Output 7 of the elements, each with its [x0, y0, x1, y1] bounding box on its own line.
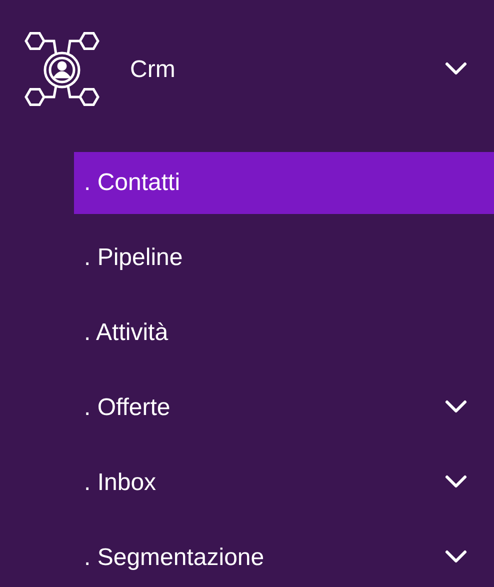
menu-item[interactable]: . Inbox	[74, 452, 494, 514]
menu-item[interactable]: . Offerte	[74, 377, 494, 439]
menu-item[interactable]: . Segmentazione	[74, 527, 494, 587]
section-title[interactable]: Crm	[130, 56, 444, 84]
menu-item[interactable]: . Attività	[74, 302, 494, 364]
menu-item[interactable]: . Contatti	[74, 152, 494, 214]
menu-item[interactable]: . Pipeline	[74, 227, 494, 289]
